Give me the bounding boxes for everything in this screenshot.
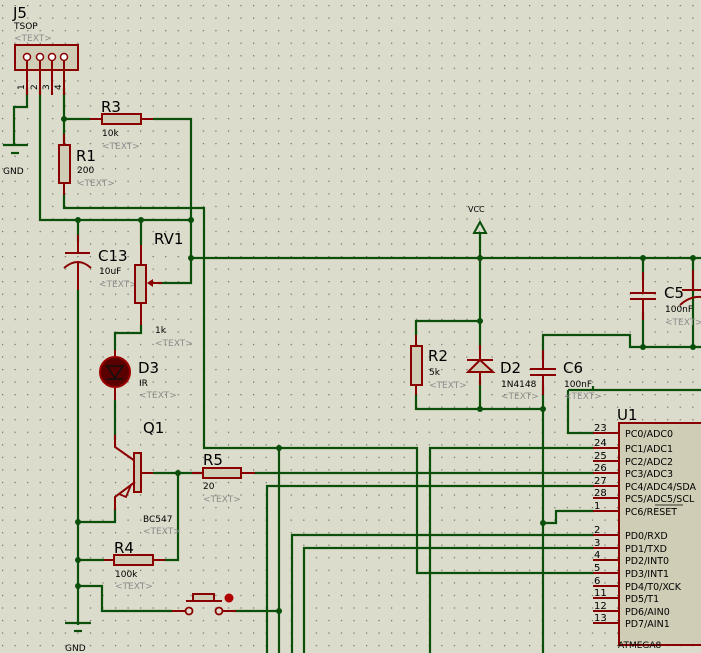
d2-value: 1N4148 — [501, 380, 537, 390]
r5-text: <TEXT> — [203, 495, 241, 505]
u1-pin-label: PC0/ADC0 — [625, 429, 673, 440]
rv1-text: <TEXT> — [155, 339, 193, 349]
u1-pin-number: 4 — [594, 550, 600, 561]
c6-text: <TEXT> — [564, 392, 602, 402]
q1-ref: Q1 — [143, 419, 164, 437]
u1-pin-number: 24 — [594, 438, 607, 449]
r2-text: <TEXT> — [429, 381, 467, 391]
u1-pin-number: 3 — [594, 538, 600, 549]
r4-ref: R4 — [114, 539, 134, 557]
j5-pin-2: 2 — [30, 84, 40, 90]
r1-value: 200 — [77, 166, 94, 176]
u1-pin-number: 13 — [594, 613, 607, 624]
r3-ref: R3 — [101, 98, 121, 116]
r1-text: <TEXT> — [77, 179, 115, 189]
u1-pin-label: PD5/T1 — [625, 594, 659, 605]
r3-value: 10k — [102, 129, 119, 139]
d2-text: <TEXT> — [501, 392, 539, 402]
u1-ref: U1 — [617, 406, 638, 424]
u1-pin-number: 11 — [594, 588, 607, 599]
u1-pin-label: PC4/ADC4/SDA — [625, 482, 696, 493]
u1-pin-number: 28 — [594, 488, 607, 499]
u1-pin-number: 6 — [594, 576, 600, 587]
u1-pin-number: 23 — [594, 423, 607, 434]
u1-pin-label: PD0/RXD — [625, 531, 668, 542]
r1-ref: R1 — [76, 147, 96, 165]
u1-pin-label: PD6/AIN0 — [625, 607, 670, 618]
u1-pin-number: 5 — [594, 563, 600, 574]
r5-ref: R5 — [203, 451, 223, 469]
gnd-top-label: GND — [3, 167, 24, 177]
u1-pin-label: PD7/AIN1 — [625, 619, 670, 630]
u1-pin-label: PC3/ADC3 — [625, 469, 673, 480]
u1-pin-label: PD2/INT0 — [625, 556, 669, 567]
d2-ref: D2 — [500, 359, 521, 377]
j5-ref: J5 — [12, 4, 27, 22]
c5-value: 100nF — [665, 305, 693, 315]
u1-pin-number: 1 — [594, 501, 600, 512]
d3-value: IR — [139, 379, 148, 389]
r4-text: <TEXT> — [115, 582, 153, 592]
u1-pin-label: PD3/INT1 — [625, 569, 669, 580]
r4-value: 100k — [115, 570, 138, 580]
u1-pin-number: 26 — [594, 463, 607, 474]
r2-value: 5k — [429, 368, 441, 378]
u1-pin-label: PC1/ADC1 — [625, 444, 673, 455]
q1-value: BC547 — [143, 515, 172, 525]
u1-value: ATMEGA8 — [618, 641, 662, 651]
u1-pin-label: PD1/TXD — [625, 544, 667, 555]
j5-pin-3: 3 — [42, 84, 52, 90]
q1-text: <TEXT> — [143, 527, 181, 537]
c5-ref: C5 — [664, 284, 684, 302]
u1-pin-number: 2 — [594, 525, 600, 536]
j5-value: TSOP — [13, 22, 38, 32]
u1-pin-label: PC2/ADC2 — [625, 457, 673, 468]
r2-ref: R2 — [428, 347, 448, 365]
u1-pin-label: PC6/RESET — [625, 507, 677, 518]
r3-text: <TEXT> — [102, 142, 140, 152]
c6-ref: C6 — [563, 359, 583, 377]
u1-pin-number: 27 — [594, 476, 607, 487]
j5-text: <TEXT> — [14, 34, 52, 44]
d3-ref: D3 — [138, 359, 159, 377]
c13-ref: C13 — [98, 247, 128, 265]
switch-actuator-icon[interactable] — [224, 593, 234, 603]
gnd-bottom-label: GND — [65, 644, 86, 653]
u1-pin-label: PC5/ADC5/SCL — [625, 494, 695, 505]
schematic-canvas[interactable]: J5 TSOP <TEXT> 1 2 3 4 GND R3 10k <TEXT>… — [0, 0, 701, 653]
u1-pin-label: PD4/T0/XCK — [625, 582, 682, 593]
rv1-value: 1k — [155, 326, 167, 336]
vcc-label: VCC — [468, 205, 485, 214]
j5-pin-4: 4 — [54, 84, 64, 90]
c13-text: <TEXT> — [99, 280, 137, 290]
u1-pin-number: 25 — [594, 451, 607, 462]
j5-pin-1: 1 — [17, 84, 27, 90]
rv1-ref: RV1 — [154, 230, 183, 248]
u1-pin-number: 12 — [594, 601, 607, 612]
c13-value: 10uF — [99, 267, 121, 277]
c5-text: <TEXT> — [665, 318, 701, 328]
d3-text: <TEXT> — [139, 391, 177, 401]
r5-value: 20 — [203, 482, 215, 492]
c6-value: 100nF — [564, 380, 592, 390]
